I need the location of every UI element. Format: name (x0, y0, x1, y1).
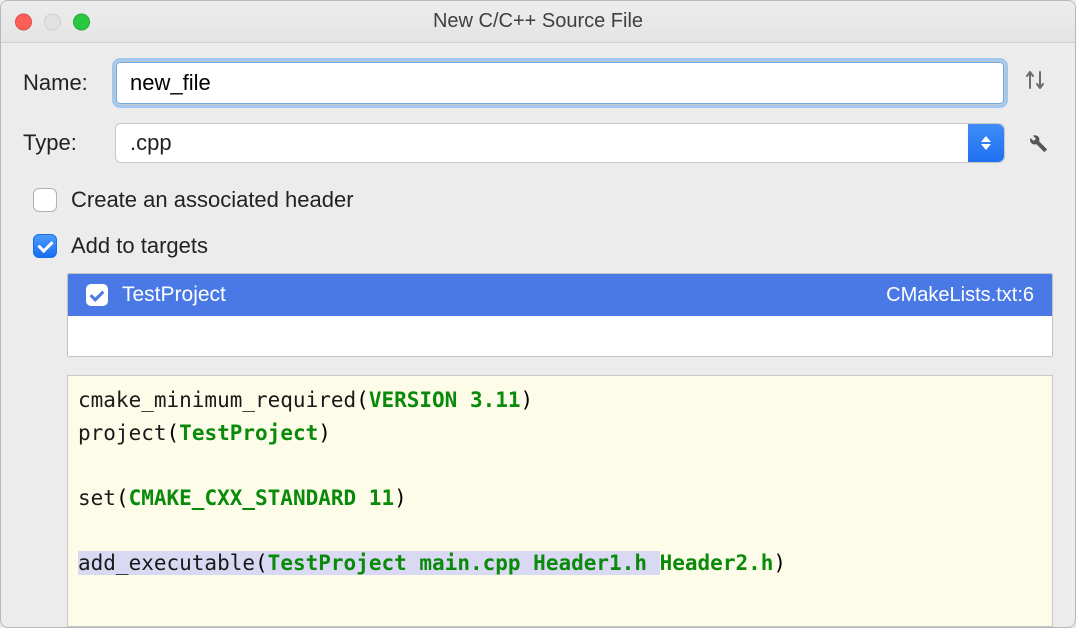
dialog-content: Name: Type: .cpp (1, 43, 1075, 627)
traffic-lights (15, 13, 90, 30)
type-select[interactable]: .cpp (115, 123, 1005, 163)
zoom-window-button[interactable] (73, 13, 90, 30)
target-row[interactable]: TestProject CMakeLists.txt:6 (68, 274, 1052, 316)
add-targets-checkbox[interactable] (33, 234, 57, 258)
type-label: Type: (23, 130, 115, 156)
code-token: CMAKE_CXX_STANDARD 11 (129, 486, 395, 510)
create-header-checkbox[interactable] (33, 188, 57, 212)
code-token: TestProject (179, 421, 318, 445)
name-label: Name: (23, 70, 115, 96)
name-row: Name: (23, 61, 1053, 105)
select-stepper-icon (968, 124, 1004, 162)
wrench-icon[interactable] (1017, 128, 1053, 159)
add-targets-row: Add to targets (33, 233, 1053, 259)
name-input[interactable] (115, 61, 1005, 105)
create-header-row: Create an associated header (33, 187, 1053, 213)
code-token: Header2.h (660, 551, 774, 575)
code-token: cmake_minimum_required (78, 388, 356, 412)
target-location: CMakeLists.txt:6 (886, 284, 1034, 307)
sort-up-down-icon[interactable] (1017, 68, 1053, 98)
close-window-button[interactable] (15, 13, 32, 30)
window-title: New C/C++ Source File (1, 10, 1075, 33)
code-token: add_executable (78, 551, 255, 575)
create-header-label: Create an associated header (71, 187, 354, 213)
code-token: project (78, 421, 167, 445)
titlebar: New C/C++ Source File (1, 1, 1075, 43)
target-checkbox[interactable] (86, 284, 108, 306)
add-targets-label: Add to targets (71, 233, 208, 259)
dialog-window: New C/C++ Source File Name: Type: .cpp (0, 0, 1076, 628)
minimize-window-button[interactable] (44, 13, 61, 30)
code-token: TestProject main.cpp Header1.h (268, 551, 660, 575)
type-select-value: .cpp (130, 130, 172, 156)
target-name: TestProject (122, 283, 226, 307)
code-token: set (78, 486, 116, 510)
code-token: VERSION 3.11 (369, 388, 521, 412)
targets-list: TestProject CMakeLists.txt:6 (67, 273, 1053, 357)
type-row: Type: .cpp (23, 123, 1053, 163)
cmake-code-preview: cmake_minimum_required(VERSION 3.11) pro… (67, 375, 1053, 627)
